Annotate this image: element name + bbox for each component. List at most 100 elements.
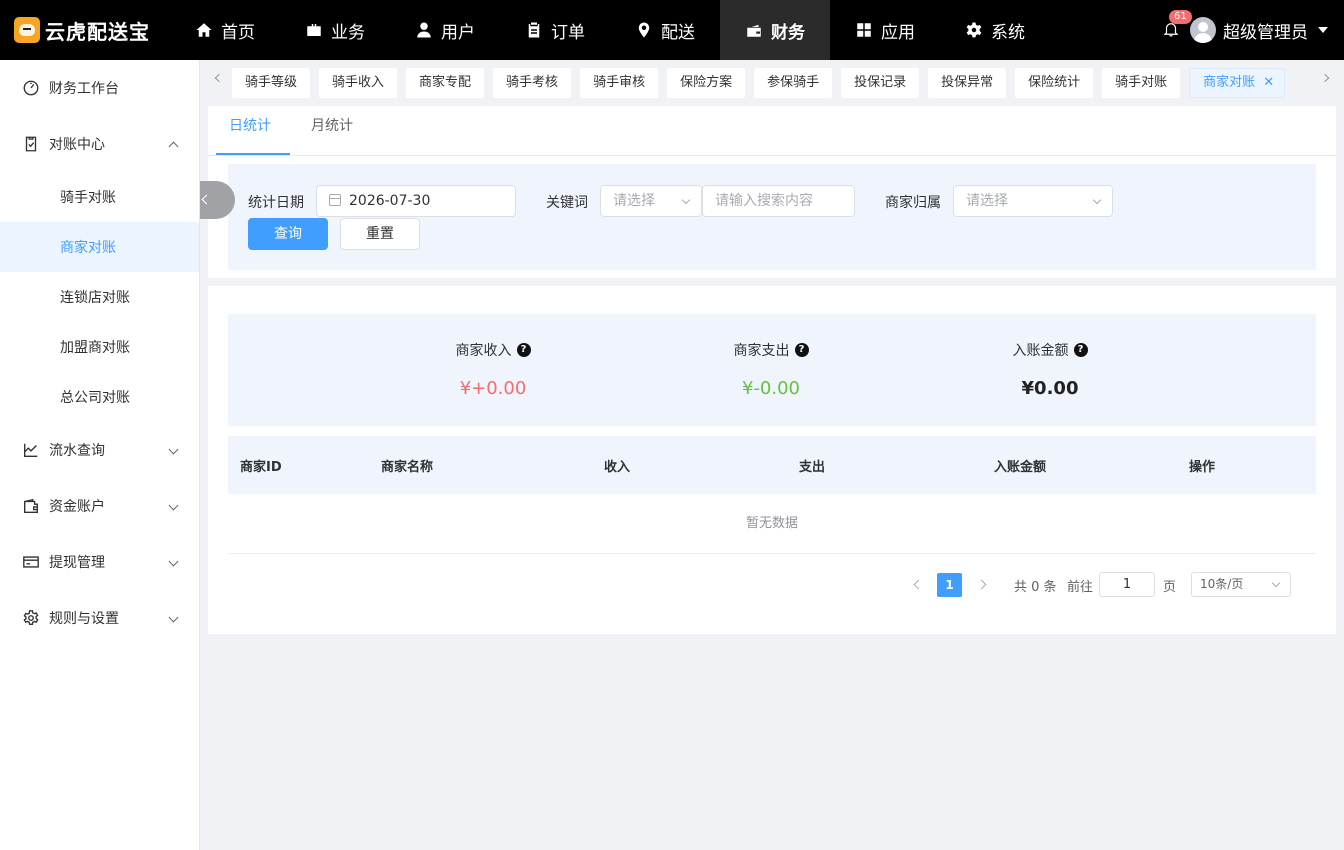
sidebar-item-withdraw[interactable]: 提现管理 [0,534,199,590]
sidebar-item-rules-settings[interactable]: 规则与设置 [0,590,199,646]
sidebar-item-fund-account[interactable]: 资金账户 [0,478,199,534]
column-header: 入账金额 [994,459,1047,475]
credited-summary: 入账金额? ¥0.00 [950,340,1150,399]
page-suffix: 页 [1163,580,1177,595]
avatar[interactable] [1190,17,1216,43]
stat-tabs: 日统计 月统计 [208,106,1336,156]
sidebar-item-reconcile-center[interactable]: 对账中心 [0,116,199,172]
tags-scroll-right-icon[interactable] [1320,73,1330,83]
tab-daily[interactable]: 日统计 [216,106,290,155]
merchant-owner-select[interactable]: 请选择 [953,185,1113,217]
income-summary: 商家收入? ¥+0.00 [393,340,593,399]
nav-delivery[interactable]: 配送 [610,0,720,60]
reset-button[interactable]: 重置 [340,218,420,250]
income-value: ¥+0.00 [459,378,527,399]
nav-user[interactable]: 用户 [390,0,500,60]
user-name[interactable]: 超级管理员 [1223,18,1308,43]
sidebar-subitem-chain-reconcile[interactable]: 连锁店对账 [0,272,199,322]
keyword-type-select[interactable]: 请选择 [600,185,702,217]
column-header: 收入 [604,459,631,475]
credited-label: 入账金额 [1012,343,1069,359]
sidebar-subitem-hq-reconcile[interactable]: 总公司对账 [0,372,199,422]
tag-item[interactable]: 保险方案 [667,68,746,98]
user-area: 61 超级管理员 [1162,0,1328,60]
nav-system[interactable]: 系统 [940,0,1050,60]
chevron-left-icon[interactable] [913,579,924,590]
sidebar-item-finance-workbench[interactable]: 财务工作台 [0,60,199,116]
filter-form: 统计日期 2026-07-30 关键词 请选择 请输入搜索内容 商家归属 请选择… [228,164,1316,270]
chevron-down-icon [168,500,179,511]
sidebar-item-label: 财务工作台 [49,81,119,97]
column-header: 商家名称 [381,459,434,475]
notification-button[interactable]: 61 [1162,10,1192,40]
nav-label: 订单 [551,22,585,43]
sidebar-item-label: 流水查询 [49,443,105,459]
sidebar-item-label: 对账中心 [49,137,105,153]
user-icon [415,21,433,39]
tag-item[interactable]: 投保记录 [841,68,920,98]
grid-icon [855,21,873,39]
chevron-down-icon [1092,195,1102,205]
sidebar-item-label: 提现管理 [49,555,105,571]
chevron-down-icon [168,444,179,455]
tag-item[interactable]: 骑手对账 [1102,68,1181,98]
nav-label: 用户 [441,22,475,43]
tag-item[interactable]: 骑手考核 [493,68,572,98]
help-icon[interactable]: ? [516,343,531,357]
sidebar-item-flow-query[interactable]: 流水查询 [0,422,199,478]
nav-label: 财务 [771,22,805,43]
tab-monthly[interactable]: 月统计 [290,106,372,155]
tag-item[interactable]: 骑手收入 [319,68,398,98]
chevron-right-icon[interactable] [976,579,987,590]
nav-apps[interactable]: 应用 [830,0,940,60]
nav-label: 应用 [881,22,915,43]
nav-order[interactable]: 订单 [500,0,610,60]
select-placeholder: 请选择 [613,193,655,209]
chevron-down-icon [681,195,691,205]
expense-value: ¥-0.00 [741,378,801,399]
input-placeholder: 请输入搜索内容 [715,193,813,209]
nav-label: 系统 [991,22,1025,43]
nav-label: 业务 [331,22,365,43]
nav-home[interactable]: 首页 [170,0,280,60]
query-button[interactable]: 查询 [248,218,328,250]
briefcase-icon [305,21,323,39]
total-count: 共 0 条 [1014,580,1057,595]
tag-item[interactable]: 参保骑手 [754,68,833,98]
date-label: 统计日期 [248,195,304,211]
help-icon[interactable]: ? [794,343,809,357]
app-title: 云虎配送宝 [45,19,150,44]
tag-item[interactable]: 骑手审核 [580,68,659,98]
merchant-owner-label: 商家归属 [885,195,941,211]
sidebar: 财务工作台 对账中心 骑手对账 商家对账 连锁店对账 加盟商对账 总公司对账 流… [0,60,200,850]
chevron-down-icon[interactable] [1318,27,1328,33]
sidebar-subitem-rider-reconcile[interactable]: 骑手对账 [0,172,199,222]
help-icon[interactable]: ? [1073,343,1088,357]
page-size-select[interactable]: 10条/页 [1191,572,1291,597]
notification-badge: 61 [1169,10,1192,24]
nav-label: 配送 [661,22,695,43]
data-card: 商家收入? ¥+0.00 商家支出? ¥-0.00 入账金额? ¥0.00 商家… [208,286,1336,634]
keyword-search-input[interactable]: 请输入搜索内容 [702,185,855,217]
tag-item[interactable]: 商家专配 [406,68,485,98]
sidebar-item-label: 规则与设置 [49,611,119,627]
wallet-icon [745,21,763,39]
tag-item[interactable]: 保险统计 [1015,68,1094,98]
tag-item-active[interactable]: 商家对账 ✕ [1189,68,1286,98]
column-header: 支出 [799,459,826,475]
sidebar-subitem-merchant-reconcile[interactable]: 商家对账 [0,222,199,272]
nav-business[interactable]: 业务 [280,0,390,60]
tag-item[interactable]: 骑手等级 [232,68,311,98]
tag-item[interactable]: 投保异常 [928,68,1007,98]
sidebar-subitem-franchise-reconcile[interactable]: 加盟商对账 [0,322,199,372]
close-icon[interactable]: ✕ [1263,75,1274,90]
goto-page-input[interactable]: 1 [1099,572,1155,597]
page-number-current[interactable]: 1 [937,573,962,597]
income-title: 商家收入? [456,340,531,360]
app-logo[interactable]: 云虎配送宝 [0,0,170,60]
account-icon [22,497,40,515]
tags-scroll-left-icon[interactable] [214,73,224,83]
date-picker[interactable]: 2026-07-30 [316,185,516,217]
settings-icon [22,609,40,627]
nav-finance[interactable]: 财务 [720,0,830,60]
